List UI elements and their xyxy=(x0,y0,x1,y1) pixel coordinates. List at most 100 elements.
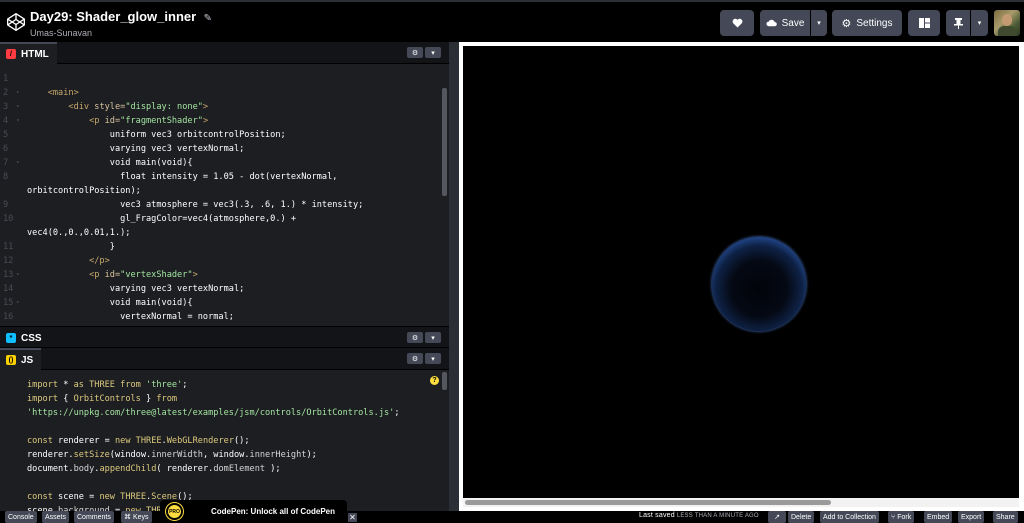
js-collapse-chevron-icon[interactable]: ▾ xyxy=(425,353,441,364)
share-button[interactable]: Share xyxy=(993,511,1018,523)
pane-resizer[interactable] xyxy=(449,42,459,511)
code-line[interactable]: 6 varying vec3 vertexNormal; xyxy=(0,142,440,156)
code-text: float intensity = 1.05 - dot(vertexNorma… xyxy=(27,170,337,184)
fork-button[interactable]: ⑂ Fork xyxy=(888,511,915,523)
code-token: vec3 atmosphere = vec3(.3, .6, 1.) * int… xyxy=(27,200,364,210)
js-editor-header: () JS ⚙ ▾ xyxy=(0,348,449,370)
css-settings-gear-icon[interactable]: ⚙ xyxy=(407,332,423,343)
fold-chevron-icon[interactable]: ▾ xyxy=(16,156,20,170)
code-token: innerWidth xyxy=(151,450,203,460)
line-number: 10 xyxy=(3,214,14,224)
code-token: THREE xyxy=(130,436,162,446)
pen-title[interactable]: Day29: Shader_glow_inner xyxy=(30,9,196,24)
js-warning-icon[interactable]: ? xyxy=(430,376,439,385)
js-badge-icon: () xyxy=(6,355,16,365)
comments-button[interactable]: Comments xyxy=(74,511,114,523)
like-button[interactable] xyxy=(720,10,754,36)
fold-chevron-icon[interactable]: ▾ xyxy=(16,296,20,310)
console-button[interactable]: Console xyxy=(5,511,37,523)
keys-button[interactable]: ⌘ Keys xyxy=(121,511,152,523)
fold-chevron-icon[interactable]: ▾ xyxy=(16,268,20,282)
code-token: 'https://unpkg.com/three@latest/examples… xyxy=(27,408,395,418)
code-line[interactable]: import * as THREE from 'three'; xyxy=(0,378,440,392)
webgl-canvas[interactable] xyxy=(463,46,1019,498)
code-line[interactable] xyxy=(0,420,440,434)
fork-icon: ⑂ xyxy=(891,513,896,521)
js-settings-gear-icon[interactable]: ⚙ xyxy=(407,353,423,364)
code-line[interactable]: document.body.appendChild( renderer.domE… xyxy=(0,462,440,476)
preview-scroll-thumb[interactable] xyxy=(465,500,831,505)
code-line[interactable]: 13 ▾ <p id="vertexShader"> xyxy=(0,268,440,282)
change-view-button[interactable] xyxy=(908,10,940,36)
html-code-area[interactable]: 1 2 ▾ <main> 3 ▾ <div style="display: none">… xyxy=(0,64,449,326)
save-button[interactable]: Save xyxy=(760,10,810,36)
html-scrollbar[interactable] xyxy=(442,88,447,196)
code-token: THREE xyxy=(83,380,121,390)
close-banner-button[interactable]: ✕ xyxy=(348,513,357,522)
pin-button[interactable] xyxy=(946,10,970,36)
code-line[interactable] xyxy=(0,476,440,490)
js-code-area[interactable]: import * as THREE from 'three'; import { … xyxy=(0,370,449,511)
pen-author[interactable]: Umas-Sunavan xyxy=(30,28,212,38)
code-line[interactable]: renderer.setSize(window.innerWidth, wind… xyxy=(0,448,440,462)
code-line[interactable]: 4 ▾ <p id="fragmentShader"> xyxy=(0,114,440,128)
line-number: 16 xyxy=(3,312,14,322)
html-editor-header: / HTML ⚙ ▾ xyxy=(0,42,449,64)
edit-title-icon[interactable]: ✎ xyxy=(204,13,212,24)
code-line[interactable]: 12 </p> xyxy=(0,254,440,268)
code-line[interactable]: 10 gl_FragColor=vec4(atmosphere,0.) + xyxy=(0,212,440,226)
open-external-icon[interactable]: ↗ xyxy=(768,511,786,523)
pro-upsell-banner[interactable]: PRO CodePen: Unlock all of CodePen xyxy=(160,500,347,523)
tab-js[interactable]: () JS xyxy=(0,348,42,370)
html-settings-gear-icon[interactable]: ⚙ xyxy=(407,47,423,58)
fold-chevron-icon[interactable]: ▾ xyxy=(16,86,20,100)
line-number: 2 xyxy=(3,88,9,98)
css-collapse-chevron-icon[interactable]: ▾ xyxy=(425,332,441,343)
delete-button[interactable]: Delete xyxy=(788,511,815,523)
code-line[interactable]: vec4(0.,0.,0.01,1.); xyxy=(0,226,440,240)
code-token: * xyxy=(58,380,74,390)
pin-options-button[interactable]: ▾ xyxy=(971,10,988,36)
code-line[interactable]: orbitcontrolPosition); xyxy=(0,184,440,198)
code-line[interactable]: 9 vec3 atmosphere = vec3(.3, .6, 1.) * i… xyxy=(0,198,440,212)
code-text: uniform vec3 orbitcontrolPosition; xyxy=(27,128,286,142)
preview-horizontal-scrollbar[interactable] xyxy=(463,498,1019,507)
code-token: setSize xyxy=(73,450,110,460)
code-token: id= xyxy=(104,116,121,126)
html-collapse-chevron-icon[interactable]: ▾ xyxy=(425,47,441,58)
code-line[interactable]: 2 ▾ <main> xyxy=(0,86,440,100)
code-line[interactable]: 11 } xyxy=(0,240,440,254)
code-line[interactable]: 5 uniform vec3 orbitcontrolPosition; xyxy=(0,128,440,142)
code-line[interactable]: import { OrbitControls } from xyxy=(0,392,440,406)
assets-button[interactable]: Assets xyxy=(42,511,70,523)
codepen-logo-icon[interactable] xyxy=(6,10,26,34)
code-token: vertexNormal = normal; xyxy=(27,312,234,322)
embed-button[interactable]: Embed xyxy=(924,511,953,523)
code-line[interactable]: 1 xyxy=(0,72,440,86)
code-line[interactable]: 3 ▾ <div style="display: none"> xyxy=(0,100,440,114)
code-token: new xyxy=(99,492,115,502)
code-line[interactable]: 7 ▾ void main(void){ xyxy=(0,156,440,170)
js-scrollbar[interactable] xyxy=(442,372,447,390)
line-number: 6 xyxy=(3,144,9,154)
code-text: </p> xyxy=(27,254,110,268)
fold-chevron-icon[interactable]: ▾ xyxy=(16,100,20,114)
add-to-collection-button[interactable]: Add to Collection xyxy=(820,511,879,523)
save-options-button[interactable]: ▾ xyxy=(811,10,827,36)
code-line[interactable]: 16 vertexNormal = normal; xyxy=(0,310,440,324)
settings-button[interactable]: ⚙ Settings xyxy=(832,10,902,36)
code-line[interactable]: const renderer = new THREE.WebGLRenderer… xyxy=(0,434,440,448)
code-text: varying vec3 vertexNormal; xyxy=(27,282,245,296)
code-line[interactable]: 15 ▾ void main(void){ xyxy=(0,296,440,310)
tab-html[interactable]: / HTML xyxy=(0,42,57,64)
chevron-down-icon: ▾ xyxy=(977,20,982,27)
export-button[interactable]: Export xyxy=(958,511,985,523)
code-token: renderer. xyxy=(27,450,74,460)
tab-css[interactable]: * CSS xyxy=(0,327,50,349)
fold-chevron-icon[interactable]: ▾ xyxy=(16,114,20,128)
code-line[interactable]: 8 float intensity = 1.05 - dot(vertexNor… xyxy=(0,170,440,184)
code-text: <p id="fragmentShader"> xyxy=(27,114,208,128)
user-avatar[interactable] xyxy=(994,10,1020,36)
code-line[interactable]: 14 varying vec3 vertexNormal; xyxy=(0,282,440,296)
code-line[interactable]: 'https://unpkg.com/three@latest/examples… xyxy=(0,406,440,420)
